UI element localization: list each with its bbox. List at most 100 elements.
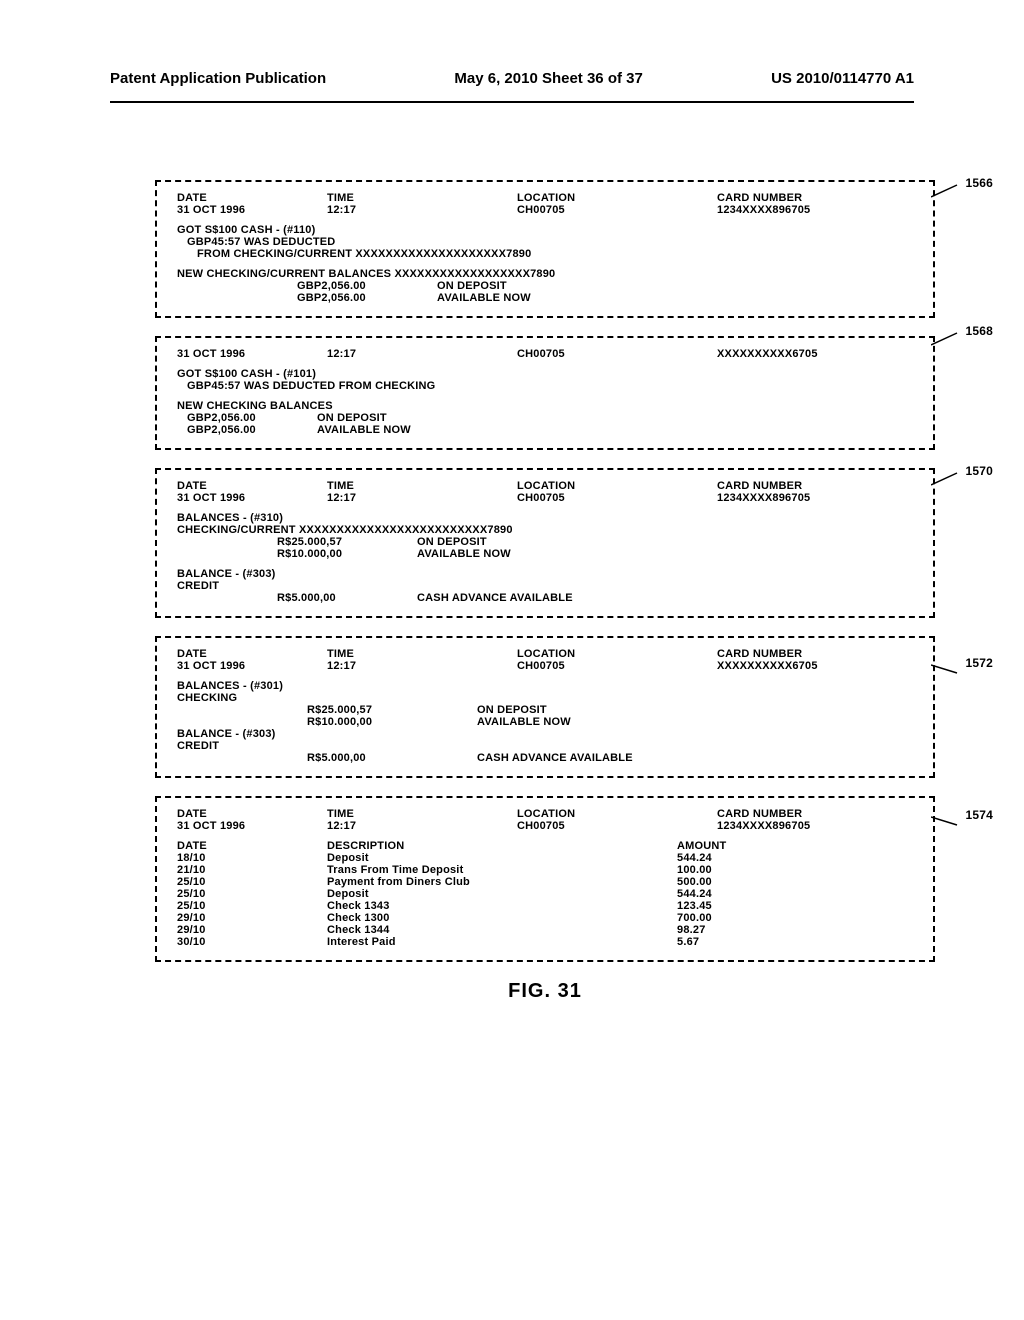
balance-lbl: AVAILABLE NOW (437, 292, 531, 304)
line: GOT S$100 CASH - (#101) (177, 368, 913, 380)
tx-amt: 544.24 (677, 852, 777, 864)
tx-amt: 544.24 (677, 888, 777, 900)
tx-desc: Trans From Time Deposit (327, 864, 677, 876)
loc-value: CH00705 (517, 492, 717, 504)
balance-lbl: AVAILABLE NOW (317, 424, 411, 436)
col-card-label: CARD NUMBER (717, 648, 897, 660)
ref-label: 1574 (966, 808, 994, 822)
tx-date: 25/10 (177, 876, 327, 888)
transaction-row: 18/10Deposit544.24 (177, 852, 913, 864)
leader-line-icon (931, 183, 959, 199)
loc-value: CH00705 (517, 348, 717, 360)
col-loc-label: LOCATION (517, 648, 717, 660)
transaction-row: 29/10Check 134498.27 (177, 924, 913, 936)
time-value: 12:17 (327, 820, 517, 832)
tx-date: 25/10 (177, 900, 327, 912)
line: CREDIT (177, 740, 913, 752)
header-rule (110, 101, 914, 103)
time-value: 12:17 (327, 204, 517, 216)
col-time-label: TIME (327, 808, 517, 820)
balance-lbl: CASH ADVANCE AVAILABLE (417, 592, 573, 604)
tx-date: 30/10 (177, 936, 327, 948)
page: Patent Application Publication May 6, 20… (0, 0, 1024, 1320)
col-date-label: DATE (177, 648, 327, 660)
transaction-row: 30/10Interest Paid5.67 (177, 936, 913, 948)
balance-lbl: ON DEPOSIT (317, 412, 387, 424)
loc-value: CH00705 (517, 820, 717, 832)
line: GBP45:57 WAS DEDUCTED FROM CHECKING (177, 380, 913, 392)
tx-amt: 100.00 (677, 864, 777, 876)
time-value: 12:17 (327, 660, 517, 672)
transaction-row: 25/10Check 1343123.45 (177, 900, 913, 912)
line: CHECKING/CURRENT XXXXXXXXXXXXXXXXXXXXXXX… (177, 524, 913, 536)
leader-line-icon (931, 471, 959, 487)
ref-label: 1568 (966, 324, 994, 338)
col-card-label: CARD NUMBER (717, 192, 897, 204)
balance-lbl: ON DEPOSIT (417, 536, 487, 548)
col-desc-label: DESCRIPTION (327, 840, 677, 852)
figure-area: 1566 DATE TIME LOCATION CARD NUMBER 31 O… (155, 180, 935, 1003)
balance-amt: GBP2,056.00 (187, 424, 317, 436)
line: BALANCE - (#303) (177, 568, 913, 580)
tx-date: 21/10 (177, 864, 327, 876)
card-value: 1234XXXX896705 (717, 204, 897, 216)
ref-label: 1570 (966, 464, 994, 478)
transaction-rows: 18/10Deposit544.2421/10Trans From Time D… (177, 852, 913, 948)
col-loc-label: LOCATION (517, 480, 717, 492)
line: BALANCE - (#303) (177, 728, 913, 740)
col-time-label: TIME (327, 648, 517, 660)
balance-amt: R$10.000,00 (177, 548, 417, 560)
col-date-label: DATE (177, 808, 327, 820)
line: NEW CHECKING BALANCES (177, 400, 913, 412)
balance-amt: R$25.000,57 (177, 704, 477, 716)
receipt-panel-5: 1574 DATE TIME LOCATION CARD NUMBER 31 O… (155, 796, 935, 962)
receipt-panel-3: 1570 DATE TIME LOCATION CARD NUMBER 31 O… (155, 468, 935, 618)
tx-amt: 98.27 (677, 924, 777, 936)
tx-date: 25/10 (177, 888, 327, 900)
header-center: May 6, 2010 Sheet 36 of 37 (454, 70, 642, 87)
balance-amt: GBP2,056.00 (177, 292, 437, 304)
tx-date: 29/10 (177, 912, 327, 924)
col-loc-label: LOCATION (517, 192, 717, 204)
balance-amt: R$5.000,00 (177, 752, 477, 764)
col-date-label: DATE (177, 480, 327, 492)
line: BALANCES - (#310) (177, 512, 913, 524)
line: NEW CHECKING/CURRENT BALANCES XXXXXXXXXX… (177, 268, 913, 280)
tx-desc: Check 1344 (327, 924, 677, 936)
time-value: 12:17 (327, 348, 517, 360)
loc-value: CH00705 (517, 204, 717, 216)
ref-1568: 1568 (966, 324, 994, 338)
tx-desc: Payment from Diners Club (327, 876, 677, 888)
col-date-label: DATE (177, 840, 327, 852)
date-value: 31 OCT 1996 (177, 492, 327, 504)
tx-date: 29/10 (177, 924, 327, 936)
tx-desc: Deposit (327, 852, 677, 864)
ref-1570: 1570 (966, 464, 994, 478)
balance-lbl: ON DEPOSIT (437, 280, 507, 292)
card-value: XXXXXXXXXX6705 (717, 660, 897, 672)
balance-lbl: AVAILABLE NOW (417, 548, 511, 560)
col-card-label: CARD NUMBER (717, 808, 897, 820)
date-value: 31 OCT 1996 (177, 820, 327, 832)
transaction-row: 25/10Payment from Diners Club500.00 (177, 876, 913, 888)
line: FROM CHECKING/CURRENT XXXXXXXXXXXXXXXXXX… (177, 248, 913, 260)
line: GBP45:57 WAS DEDUCTED (177, 236, 913, 248)
transaction-row: 25/10Deposit544.24 (177, 888, 913, 900)
loc-value: CH00705 (517, 660, 717, 672)
ref-label: 1572 (966, 656, 994, 670)
col-date-label: DATE (177, 192, 327, 204)
page-header: Patent Application Publication May 6, 20… (0, 0, 1024, 97)
balance-lbl: CASH ADVANCE AVAILABLE (477, 752, 633, 764)
receipt-panel-4: 1572 DATE TIME LOCATION CARD NUMBER 31 O… (155, 636, 935, 778)
balance-amt: R$5.000,00 (177, 592, 417, 604)
receipt-panel-2: 1568 31 OCT 1996 12:17 CH00705 XXXXXXXXX… (155, 336, 935, 450)
ref-1572: 1572 (966, 656, 994, 670)
line: CREDIT (177, 580, 913, 592)
date-value: 31 OCT 1996 (177, 204, 327, 216)
balance-lbl: AVAILABLE NOW (477, 716, 571, 728)
balance-amt: R$10.000,00 (177, 716, 477, 728)
tx-amt: 123.45 (677, 900, 777, 912)
ref-1566: 1566 (966, 176, 994, 190)
card-value: XXXXXXXXXX6705 (717, 348, 897, 360)
balance-amt: GBP2,056.00 (187, 412, 317, 424)
